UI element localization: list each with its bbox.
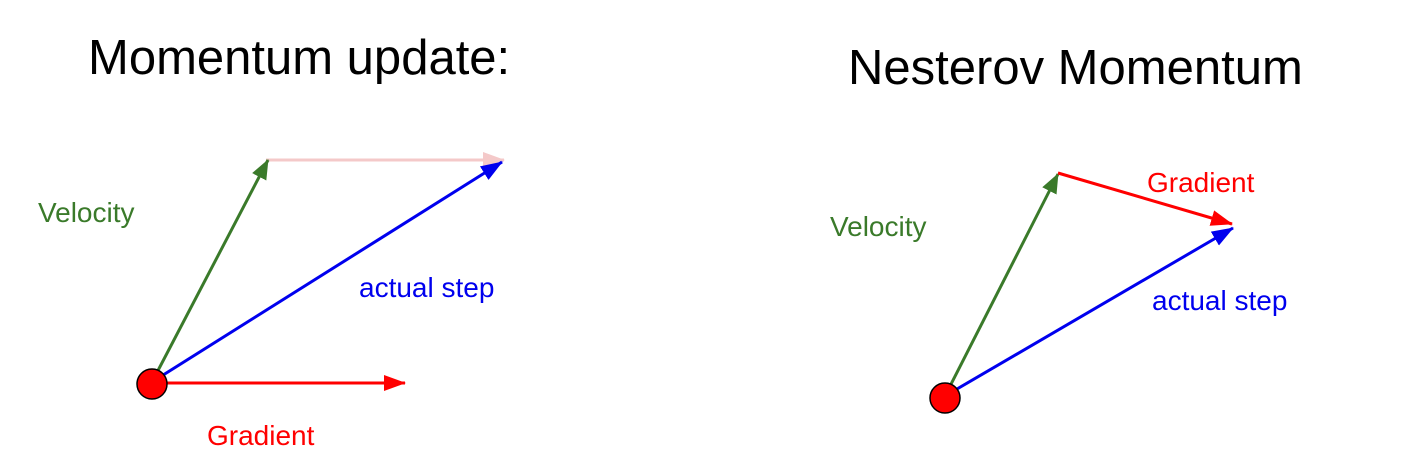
momentum-update-diagram: Velocity actual step Gradient	[38, 152, 505, 451]
nesterov-momentum-diagram: Velocity Gradient actual step	[830, 167, 1287, 414]
actual-step-label: actual step	[359, 272, 494, 303]
velocity-arrow	[150, 159, 270, 383]
start-point	[929, 382, 961, 414]
start-point	[136, 368, 168, 400]
velocity-label: Velocity	[830, 211, 927, 242]
velocity-label: Velocity	[38, 197, 135, 228]
momentum-update-panel: Momentum update: Velocity actual step Gr…	[0, 0, 712, 458]
actual-step-label: actual step	[1152, 285, 1287, 316]
gradient-label: Gradient	[207, 420, 315, 451]
gradient-label: Gradient	[1147, 167, 1255, 198]
nesterov-momentum-panel: Nesterov Momentum Velocity Gradient actu…	[712, 0, 1423, 458]
